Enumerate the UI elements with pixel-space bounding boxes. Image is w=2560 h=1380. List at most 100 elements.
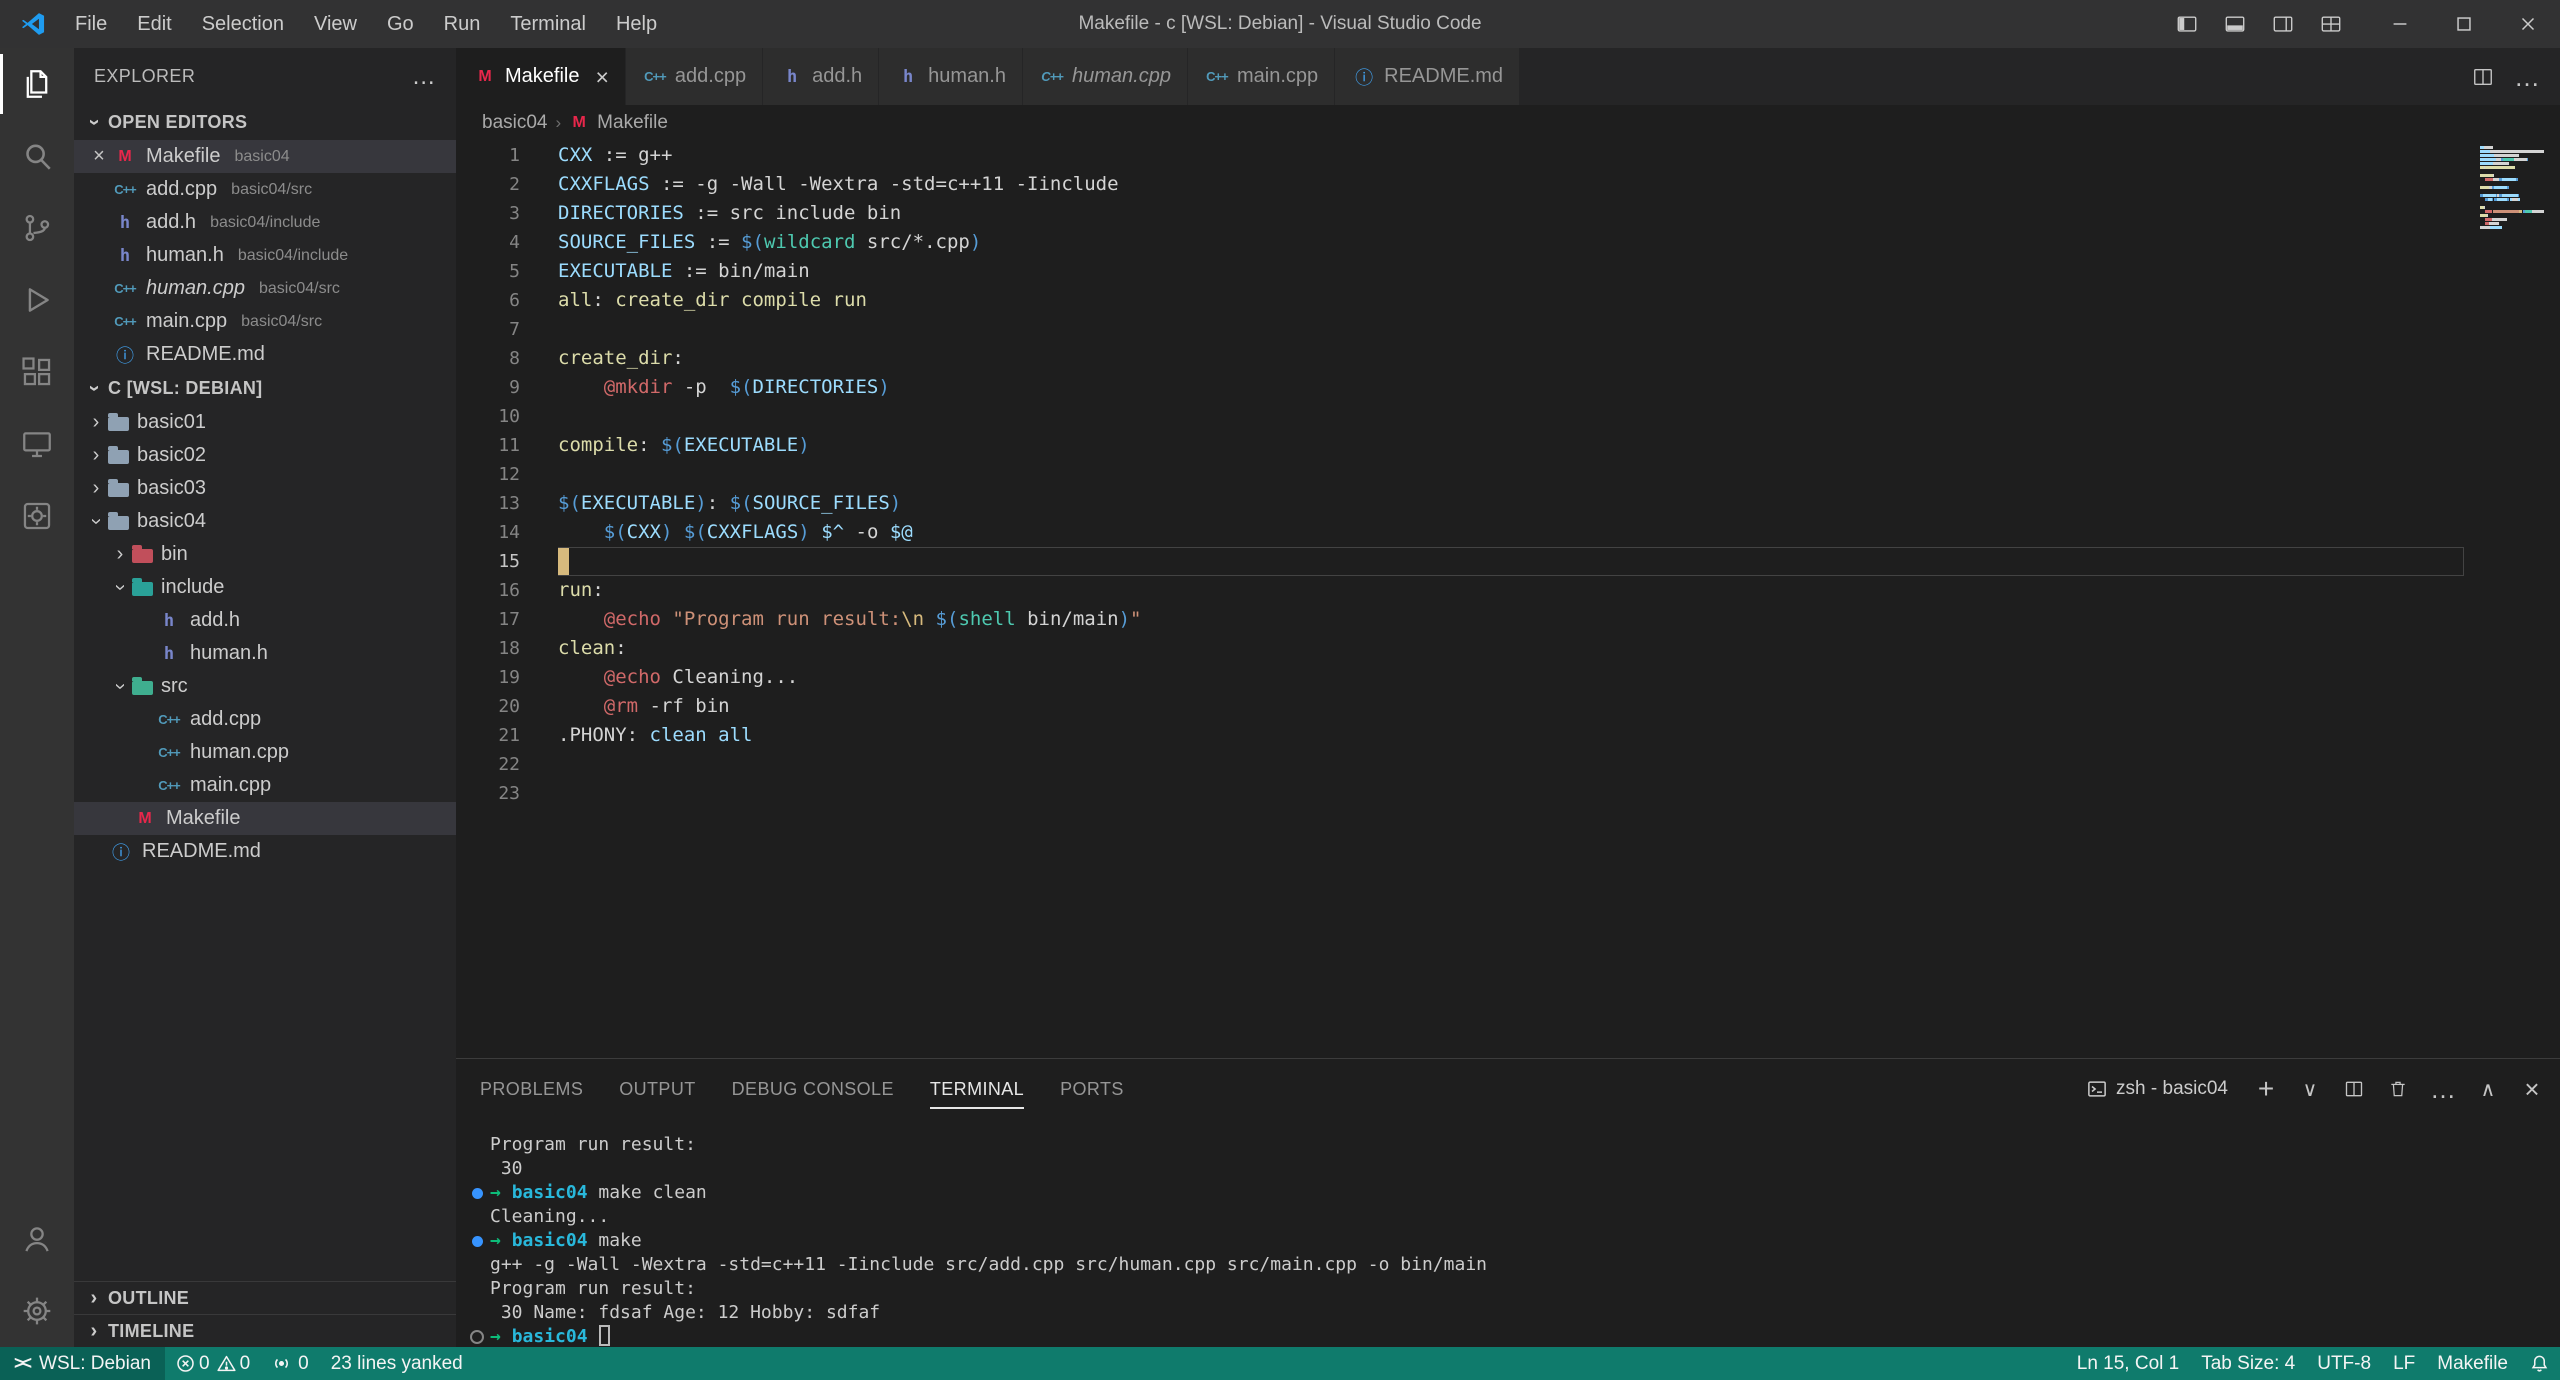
kill-terminal-icon[interactable] bbox=[2386, 1079, 2410, 1099]
activity-makefile-tools[interactable] bbox=[0, 480, 74, 552]
tab-add-cpp[interactable]: C++add.cpp bbox=[626, 48, 763, 105]
maximize-button[interactable] bbox=[2432, 0, 2496, 48]
code-line-19[interactable]: 19 @echo Cleaning... bbox=[456, 663, 2560, 692]
close-tab-icon[interactable]: × bbox=[595, 67, 608, 87]
close-panel-icon[interactable]: × bbox=[2520, 1079, 2544, 1099]
menu-run[interactable]: Run bbox=[429, 0, 496, 48]
tree-item-bin[interactable]: ›bin bbox=[74, 538, 456, 571]
open-editor-add-cpp[interactable]: C++add.cppbasic04/src bbox=[74, 173, 456, 206]
terminal-instance-picker[interactable]: zsh - basic04 bbox=[2087, 1078, 2228, 1100]
terminal-output[interactable]: Program run result: 30→ basic04 make cle… bbox=[456, 1119, 2560, 1349]
tab-human-h[interactable]: hhuman.h bbox=[879, 48, 1023, 105]
minimize-button[interactable] bbox=[2368, 0, 2432, 48]
code-line-17[interactable]: 17 @echo "Program run result:\n $(shell … bbox=[456, 605, 2560, 634]
panel-tab-terminal[interactable]: TERMINAL bbox=[930, 1076, 1024, 1102]
tab-human-cpp[interactable]: C++human.cpp bbox=[1023, 48, 1188, 105]
toggle-panel-icon[interactable] bbox=[2216, 4, 2254, 44]
menu-view[interactable]: View bbox=[299, 0, 372, 48]
code-line-10[interactable]: 10 bbox=[456, 402, 2560, 431]
code-line-11[interactable]: 11compile: $(EXECUTABLE) bbox=[456, 431, 2560, 460]
code-line-22[interactable]: 22 bbox=[456, 750, 2560, 779]
panel-tab-problems[interactable]: PROBLEMS bbox=[480, 1076, 583, 1102]
indentation[interactable]: Tab Size: 4 bbox=[2190, 1347, 2306, 1380]
remote-indicator[interactable]: >< WSL: Debian bbox=[0, 1347, 165, 1380]
encoding[interactable]: UTF-8 bbox=[2306, 1347, 2382, 1380]
tree-item-makefile[interactable]: MMakefile bbox=[74, 802, 456, 835]
code-line-13[interactable]: 13$(EXECUTABLE): $(SOURCE_FILES) bbox=[456, 489, 2560, 518]
timeline-header[interactable]: › TIMELINE bbox=[74, 1314, 456, 1347]
launch-profile-chevron-icon[interactable]: ∨ bbox=[2298, 1077, 2322, 1102]
tree-item-human-cpp[interactable]: C++human.cpp bbox=[74, 736, 456, 769]
tab-makefile[interactable]: MMakefile× bbox=[456, 48, 626, 105]
activity-explorer[interactable] bbox=[0, 48, 74, 120]
tree-item-basic03[interactable]: ›basic03 bbox=[74, 472, 456, 505]
activity-accounts[interactable] bbox=[0, 1203, 74, 1275]
code-line-21[interactable]: 21.PHONY: clean all bbox=[456, 721, 2560, 750]
split-terminal-icon[interactable] bbox=[2342, 1079, 2366, 1099]
panel-tab-debug-console[interactable]: DEBUG CONSOLE bbox=[732, 1076, 894, 1102]
code-line-23[interactable]: 23 bbox=[456, 779, 2560, 808]
workspace-header[interactable]: › C [WSL: DEBIAN] bbox=[74, 371, 456, 406]
tab-readme-md[interactable]: ⓘREADME.md bbox=[1335, 48, 1520, 105]
tree-item-src[interactable]: ›src bbox=[74, 670, 456, 703]
command-decoration[interactable] bbox=[464, 1229, 490, 1253]
tree-item-include[interactable]: ›include bbox=[74, 571, 456, 604]
new-terminal-icon[interactable]: + bbox=[2254, 1079, 2278, 1099]
menu-selection[interactable]: Selection bbox=[187, 0, 299, 48]
code-line-1[interactable]: 1CXX := g++ bbox=[456, 141, 2560, 170]
breadcrumb-folder[interactable]: basic04 bbox=[482, 112, 548, 134]
language-mode[interactable]: Makefile bbox=[2426, 1347, 2519, 1380]
menu-edit[interactable]: Edit bbox=[122, 0, 186, 48]
code-line-4[interactable]: 4SOURCE_FILES := $(wildcard src/*.cpp) bbox=[456, 228, 2560, 257]
customize-layout-icon[interactable] bbox=[2312, 4, 2350, 44]
command-decoration[interactable] bbox=[464, 1325, 490, 1349]
code-line-20[interactable]: 20 @rm -rf bin bbox=[456, 692, 2560, 721]
code-line-14[interactable]: 14 $(CXX) $(CXXFLAGS) $^ -o $@ bbox=[456, 518, 2560, 547]
problems-indicator[interactable]: 0 0 bbox=[165, 1347, 261, 1380]
code-line-6[interactable]: 6all: create_dir compile run bbox=[456, 286, 2560, 315]
close-window-button[interactable] bbox=[2496, 0, 2560, 48]
maximize-panel-icon[interactable]: ∧ bbox=[2476, 1077, 2500, 1102]
tree-item-basic02[interactable]: ›basic02 bbox=[74, 439, 456, 472]
editor[interactable]: 1CXX := g++2CXXFLAGS := -g -Wall -Wextra… bbox=[456, 141, 2560, 1058]
activity-settings[interactable] bbox=[0, 1275, 74, 1347]
menu-go[interactable]: Go bbox=[372, 0, 429, 48]
tree-item-add-cpp[interactable]: C++add.cpp bbox=[74, 703, 456, 736]
open-editors-header[interactable]: › OPEN EDITORS bbox=[74, 105, 456, 140]
tab-main-cpp[interactable]: C++main.cpp bbox=[1188, 48, 1335, 105]
tree-item-basic04[interactable]: ›basic04 bbox=[74, 505, 456, 538]
menu-terminal[interactable]: Terminal bbox=[495, 0, 601, 48]
code-line-12[interactable]: 12 bbox=[456, 460, 2560, 489]
split-editor-icon[interactable] bbox=[2472, 66, 2494, 88]
toggle-secondary-sidebar-icon[interactable] bbox=[2264, 4, 2302, 44]
panel-tab-ports[interactable]: PORTS bbox=[1060, 1076, 1124, 1102]
menu-file[interactable]: File bbox=[60, 0, 122, 48]
activity-remote-explorer[interactable] bbox=[0, 408, 74, 480]
code-line-15[interactable]: 15 bbox=[456, 547, 2560, 576]
open-editor-human-cpp[interactable]: C++human.cppbasic04/src bbox=[74, 272, 456, 305]
toggle-primary-sidebar-icon[interactable] bbox=[2168, 4, 2206, 44]
tab-add-h[interactable]: hadd.h bbox=[763, 48, 879, 105]
code-line-8[interactable]: 8create_dir: bbox=[456, 344, 2560, 373]
explorer-more-icon[interactable]: … bbox=[412, 72, 436, 82]
breadcrumb-file[interactable]: Makefile bbox=[597, 112, 668, 134]
code-line-2[interactable]: 2CXXFLAGS := -g -Wall -Wextra -std=c++11… bbox=[456, 170, 2560, 199]
tree-item-main-cpp[interactable]: C++main.cpp bbox=[74, 769, 456, 802]
notifications-bell[interactable] bbox=[2519, 1347, 2560, 1380]
menu-help[interactable]: Help bbox=[601, 0, 672, 48]
minimap[interactable] bbox=[2480, 146, 2544, 238]
tree-item-human-h[interactable]: hhuman.h bbox=[74, 637, 456, 670]
tree-item-readme-md[interactable]: ⓘREADME.md bbox=[74, 835, 456, 868]
open-editor-main-cpp[interactable]: C++main.cppbasic04/src bbox=[74, 305, 456, 338]
tree-item-basic01[interactable]: ›basic01 bbox=[74, 406, 456, 439]
panel-tab-output[interactable]: OUTPUT bbox=[619, 1076, 695, 1102]
code-line-18[interactable]: 18clean: bbox=[456, 634, 2560, 663]
ports-indicator[interactable]: 0 bbox=[261, 1347, 320, 1380]
open-editor-makefile[interactable]: ×MMakefilebasic04 bbox=[74, 140, 456, 173]
panel-more-actions-icon[interactable]: … bbox=[2430, 1085, 2456, 1093]
activity-run-and-debug[interactable] bbox=[0, 264, 74, 336]
open-editor-add-h[interactable]: hadd.hbasic04/include bbox=[74, 206, 456, 239]
eol-sequence[interactable]: LF bbox=[2382, 1347, 2426, 1380]
code-line-7[interactable]: 7 bbox=[456, 315, 2560, 344]
close-editor-icon[interactable]: × bbox=[86, 145, 112, 168]
